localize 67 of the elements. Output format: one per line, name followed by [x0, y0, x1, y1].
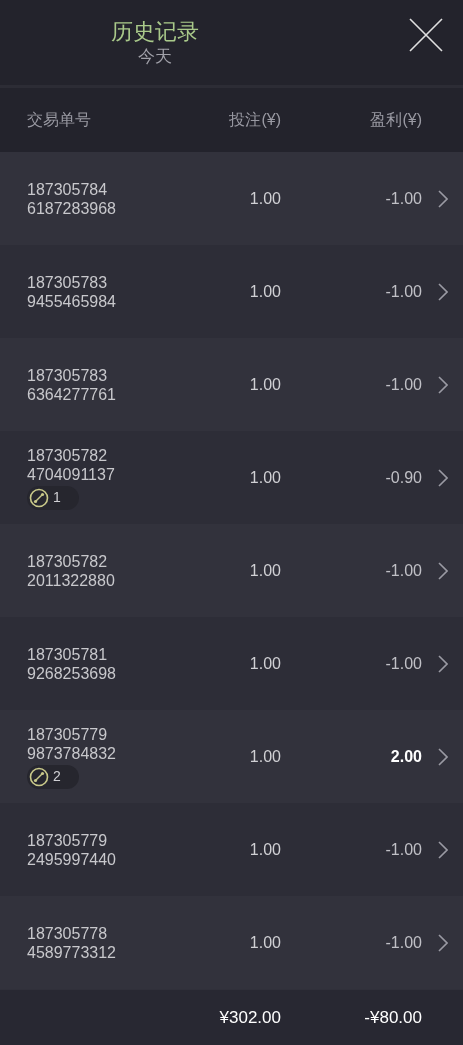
chevron-right-icon [438, 654, 448, 673]
chevron-right-icon [438, 933, 448, 952]
stake-amount: 1.00 [248, 467, 281, 488]
profit-amount: -1.00 [384, 281, 422, 302]
column-header: 盈利(¥) [369, 110, 422, 130]
record-row[interactable]: 187305778 4589773312 1.00 -1.00 [0, 896, 463, 989]
profit-amount: -1.00 [384, 839, 422, 860]
chevron-right-icon [438, 561, 448, 580]
record-row[interactable]: 187305779 2495997440 1.00 -1.00 [0, 803, 463, 896]
link-icon [29, 487, 49, 508]
order-number: 6364277761 [27, 384, 117, 404]
chevron-right-icon [438, 189, 448, 208]
record-row[interactable]: 187305779 9873784832 2 1.00 2.00 [0, 710, 463, 803]
order-number: 187305783 [27, 272, 109, 292]
stake-amount: 1.00 [248, 281, 281, 302]
chevron-right-icon [438, 747, 448, 766]
order-number: 9268253698 [27, 663, 117, 683]
record-row[interactable]: 187305783 6364277761 1.00 -1.00 [0, 338, 463, 431]
order-number: 187305779 [27, 830, 109, 850]
close-icon [409, 18, 443, 52]
stake-amount: 1.00 [248, 560, 281, 581]
stake-amount: 1.00 [248, 932, 281, 953]
profit-amount: -1.00 [384, 560, 422, 581]
profit-amount: -1.00 [384, 188, 422, 209]
record-row[interactable]: 187305784 6187283968 1.00 -1.00 [0, 152, 463, 245]
order-number: 9455465984 [27, 291, 117, 311]
profit-amount: -1.00 [384, 374, 422, 395]
column-header: 交易单号 [27, 110, 92, 130]
chevron-right-icon [438, 468, 448, 487]
order-number: 9873784832 [27, 743, 117, 763]
page-title: 历史记录 [111, 17, 199, 46]
chevron-right-icon [438, 840, 448, 859]
record-row[interactable]: 187305783 9455465984 1.00 -1.00 [0, 245, 463, 338]
link-icon [29, 766, 49, 787]
chevron-right-icon [438, 375, 448, 394]
order-number: 187305782 [27, 445, 109, 465]
profit-amount: -0.90 [384, 467, 422, 488]
order-number: 2011322880 [27, 570, 116, 590]
order-number: 187305779 [27, 724, 109, 744]
order-number: 187305782 [27, 551, 109, 571]
order-number: 187305783 [27, 365, 109, 385]
stake-amount: 1.00 [248, 188, 281, 209]
order-number: 6187283968 [27, 198, 117, 218]
order-number: 2495997440 [27, 849, 117, 869]
order-number: 4589773312 [27, 942, 117, 962]
date-subtitle: 今天 [138, 45, 172, 68]
record-row[interactable]: 187305782 2011322880 1.00 -1.00 [0, 524, 463, 617]
badge-count: 2 [53, 767, 61, 786]
close-button[interactable] [407, 16, 445, 54]
profit-amount: -1.00 [384, 932, 422, 953]
stake-amount: 1.00 [248, 839, 281, 860]
badge-count: 1 [53, 488, 61, 507]
profit-amount: 2.00 [389, 746, 422, 767]
record-row[interactable]: 187305782 4704091137 1 1.00 -0.90 [0, 431, 463, 524]
stake-amount: 1.00 [248, 374, 281, 395]
total-profit: -¥80.00 [363, 1006, 422, 1029]
order-number: 187305784 [27, 179, 109, 199]
order-number: 187305778 [27, 923, 109, 943]
column-header: 投注(¥) [228, 110, 281, 130]
stake-amount: 1.00 [248, 746, 281, 767]
order-number: 187305781 [27, 644, 109, 664]
stake-amount: 1.00 [248, 653, 281, 674]
record-row[interactable]: 187305781 9268253698 1.00 -1.00 [0, 617, 463, 710]
chevron-right-icon [438, 282, 448, 301]
total-stake: ¥302.00 [218, 1006, 281, 1029]
order-number: 4704091137 [27, 464, 116, 484]
profit-amount: -1.00 [384, 653, 422, 674]
